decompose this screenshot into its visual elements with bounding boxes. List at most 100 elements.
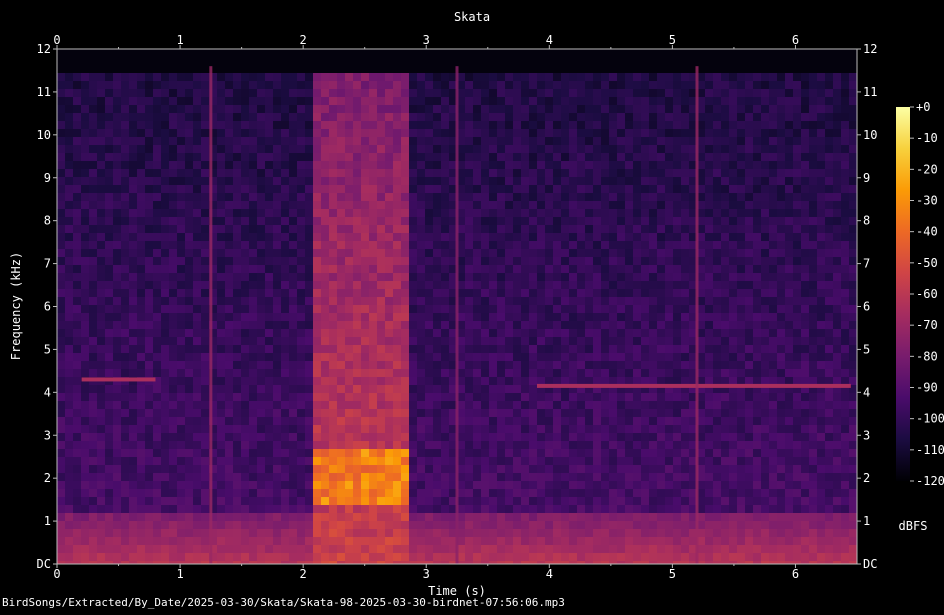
spectrogram-cell	[561, 57, 569, 65]
spectrogram-cell	[345, 153, 353, 161]
spectrogram-cell	[553, 273, 561, 281]
spectrogram-cell	[281, 321, 289, 329]
spectrogram-cell	[305, 153, 313, 161]
spectrogram-cell	[521, 249, 529, 257]
spectrogram-cell	[825, 65, 833, 73]
spectrogram-cell	[105, 409, 113, 417]
spectrogram-cell	[713, 185, 721, 193]
spectrogram-cell	[641, 265, 649, 273]
spectrogram-cell	[353, 57, 361, 65]
spectrogram-cell	[353, 401, 361, 409]
spectrogram-cell	[473, 73, 481, 81]
spectrogram-cell	[833, 57, 841, 65]
spectrogram-cell	[57, 121, 65, 129]
spectrogram-cell	[73, 345, 81, 353]
spectrogram-cell	[577, 249, 585, 257]
spectrogram-cell	[609, 89, 617, 97]
spectrogram-cell	[665, 305, 673, 313]
spectrogram-cell	[217, 225, 225, 233]
spectrogram-cell	[209, 49, 217, 57]
spectrogram-cell	[713, 433, 721, 441]
spectrogram-cell	[473, 217, 481, 225]
spectrogram-cell	[265, 161, 273, 169]
spectrogram-cell	[777, 345, 785, 353]
spectrogram-cell	[497, 425, 505, 433]
spectrogram-cell	[73, 369, 81, 377]
spectrogram-cell	[441, 169, 449, 177]
spectrogram-cell	[185, 193, 193, 201]
spectrogram-cell	[401, 97, 409, 105]
spectrogram-cell	[609, 369, 617, 377]
spectrogram-cell	[241, 265, 249, 273]
spectrogram-cell	[305, 313, 313, 321]
spectrogram-cell	[729, 89, 737, 97]
spectrogram-cell	[377, 81, 385, 89]
spectrogram-cell	[385, 113, 393, 121]
spectrogram-cell	[393, 353, 401, 361]
spectrogram-cell	[97, 385, 105, 393]
spectrogram-cell	[465, 249, 473, 257]
spectrogram-cell	[801, 145, 809, 153]
spectrogram-cell	[497, 353, 505, 361]
spectrogram-cell	[161, 425, 169, 433]
spectrogram-cell	[537, 441, 545, 449]
spectrogram-cell	[121, 281, 129, 289]
spectrogram-cell	[425, 193, 433, 201]
spectrogram-cell	[249, 225, 257, 233]
spectrogram-cell	[457, 57, 465, 65]
spectrogram-cell	[705, 105, 713, 113]
spectrogram-cell	[361, 161, 369, 169]
spectrogram-cell	[601, 217, 609, 225]
spectrogram-cell	[177, 169, 185, 177]
spectrogram-cell	[129, 257, 137, 265]
spectrogram-cell	[425, 329, 433, 337]
spectrogram-cell	[97, 361, 105, 369]
spectrogram-cell	[521, 265, 529, 273]
spectrogram-cell	[377, 369, 385, 377]
spectrogram-cell	[529, 433, 537, 441]
spectrogram-cell	[153, 257, 161, 265]
spectrogram-cell	[777, 257, 785, 265]
spectrogram-cell	[337, 297, 345, 305]
spectrogram-cell	[825, 425, 833, 433]
spectrogram-cell	[305, 129, 313, 137]
spectrogram-cell	[617, 161, 625, 169]
spectrogram-cell	[841, 425, 849, 433]
spectrogram-cell	[633, 289, 641, 297]
spectrogram-cell	[441, 193, 449, 201]
spectrogram-cell	[289, 145, 297, 153]
spectrogram-cell	[777, 145, 785, 153]
spectrogram-cell	[353, 337, 361, 345]
spectrogram-cell	[665, 281, 673, 289]
spectrogram-cell	[841, 249, 849, 257]
spectrogram-cell	[473, 97, 481, 105]
spectrogram-cell	[681, 145, 689, 153]
spectrogram-cell	[321, 401, 329, 409]
spectrogram-cell	[257, 393, 265, 401]
spectrogram-cell	[793, 401, 801, 409]
spectrogram-cell	[777, 305, 785, 313]
spectrogram-cell	[297, 129, 305, 137]
spectrogram-cell	[121, 89, 129, 97]
spectrogram-cell	[121, 257, 129, 265]
spectrogram-cell	[761, 105, 769, 113]
spectrogram-cell	[145, 153, 153, 161]
spectrogram-cell	[633, 353, 641, 361]
spectrogram-cell	[593, 97, 601, 105]
spectrogram-cell	[113, 129, 121, 137]
spectrogram-cell	[641, 185, 649, 193]
spectrogram-cell	[633, 137, 641, 145]
spectrogram-cell	[329, 49, 337, 57]
spectrogram-cell	[721, 177, 729, 185]
spectrogram-cell	[233, 145, 241, 153]
spectrogram-cell	[329, 401, 337, 409]
spectrogram-cell	[65, 345, 73, 353]
spectrogram-cell	[761, 265, 769, 273]
spectrogram-cell	[761, 401, 769, 409]
spectrogram-cell	[801, 129, 809, 137]
spectrogram-cell	[169, 345, 177, 353]
spectrogram-cell	[393, 321, 401, 329]
spectrogram-cell	[57, 169, 65, 177]
spectrogram-cell	[569, 433, 577, 441]
spectrogram-cell	[721, 425, 729, 433]
